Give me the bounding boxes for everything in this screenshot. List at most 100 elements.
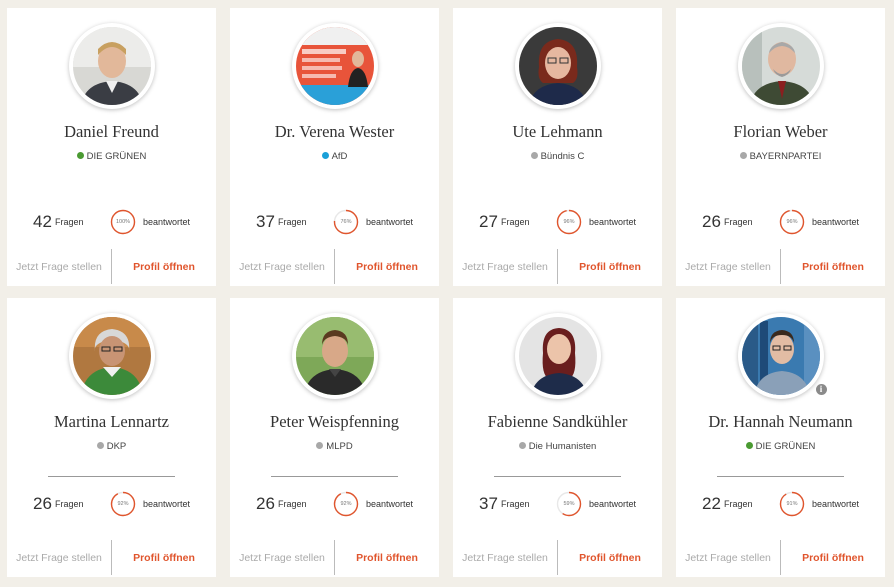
avatar[interactable]: [68, 313, 155, 399]
candidate-name[interactable]: Dr. Hannah Neumann: [676, 412, 885, 432]
answered-label: beantwortet: [589, 499, 637, 509]
avatar-photo: [741, 317, 820, 395]
card-actions: Jetzt Frage stellen Profil öffnen: [453, 540, 662, 577]
question-count: 26: [256, 494, 275, 513]
stats-row: 27 Fragen 96% beantwortet: [453, 207, 662, 237]
answer-rate-value: 92%: [117, 501, 129, 507]
answered-label: beantwortet: [589, 217, 637, 227]
question-count: 26: [33, 494, 52, 513]
ask-question-button[interactable]: Jetzt Frage stellen: [230, 540, 334, 577]
separator: [717, 476, 844, 477]
avatar-photo: [518, 317, 597, 395]
info-icon[interactable]: i: [815, 384, 827, 395]
open-profile-button[interactable]: Profil öffnen: [335, 540, 439, 577]
avatar[interactable]: [514, 313, 601, 399]
questions-label: Fragen: [501, 499, 530, 509]
party-label: MLPD: [230, 441, 439, 452]
candidate-name[interactable]: Martina Lennartz: [7, 412, 216, 432]
avatar[interactable]: [291, 313, 378, 399]
candidate-name[interactable]: Florian Weber: [676, 122, 885, 142]
open-profile-button[interactable]: Profil öffnen: [558, 249, 662, 286]
party-label: Bündnis C: [453, 151, 662, 162]
open-profile-button[interactable]: Profil öffnen: [112, 540, 216, 577]
party-dot: [76, 152, 84, 159]
candidate-card[interactable]: Dr. Verena Wester AfD 37 Fragen 76% bean…: [230, 8, 439, 286]
questions-label: Fragen: [278, 499, 307, 509]
questions-label: Fragen: [501, 217, 530, 227]
card-actions: Jetzt Frage stellen Profil öffnen: [7, 249, 216, 286]
candidate-name[interactable]: Dr. Verena Wester: [230, 122, 439, 142]
ask-question-button[interactable]: Jetzt Frage stellen: [676, 540, 780, 577]
party-label: AfD: [230, 151, 439, 162]
answered-label: beantwortet: [366, 499, 414, 509]
stats-row: 22 Fragen 91% beantwortet: [676, 489, 885, 519]
ask-question-button[interactable]: Jetzt Frage stellen: [676, 249, 780, 286]
ask-question-button[interactable]: Jetzt Frage stellen: [7, 540, 111, 577]
candidate-card[interactable]: Peter Weispfenning MLPD 26 Fragen 92% be…: [230, 298, 439, 577]
card-actions: Jetzt Frage stellen Profil öffnen: [230, 249, 439, 286]
candidate-name[interactable]: Daniel Freund: [7, 122, 216, 142]
questions-label: Fragen: [278, 217, 307, 227]
candidate-card[interactable]: Martina Lennartz DKP 26 Fragen 92% beant…: [7, 298, 216, 577]
ask-question-button[interactable]: Jetzt Frage stellen: [230, 249, 334, 286]
answer-rate-value: 92%: [340, 501, 352, 507]
answer-rate-value: 96%: [786, 219, 798, 225]
separator: [494, 476, 621, 477]
candidate-name[interactable]: Peter Weispfenning: [230, 412, 439, 432]
questions-label: Fragen: [724, 499, 753, 509]
stats-row: 42 Fragen 100% beantwortet: [7, 207, 216, 237]
avatar-photo: [518, 27, 597, 105]
candidate-card[interactable]: Daniel Freund DIE GRÜNEN 42 Fragen 100% …: [7, 8, 216, 286]
questions-label: Fragen: [724, 217, 753, 227]
answer-rate-value: 76%: [340, 219, 352, 225]
party-label: DKP: [7, 441, 216, 452]
answered-label: beantwortet: [812, 217, 860, 227]
questions-label: Fragen: [55, 217, 84, 227]
question-count: 26: [702, 212, 721, 231]
answered-label: beantwortet: [143, 217, 191, 227]
candidate-name[interactable]: Fabienne Sandkühler: [453, 412, 662, 432]
card-actions: Jetzt Frage stellen Profil öffnen: [676, 249, 885, 286]
party-label: DIE GRÜNEN: [676, 441, 885, 452]
party-label: Die Humanisten: [453, 441, 662, 452]
open-profile-button[interactable]: Profil öffnen: [781, 540, 885, 577]
open-profile-button[interactable]: Profil öffnen: [558, 540, 662, 577]
ask-question-button[interactable]: Jetzt Frage stellen: [7, 249, 111, 286]
candidate-card[interactable]: i Dr. Hannah Neumann DIE GRÜNEN 22 Frage…: [676, 298, 885, 577]
candidate-name[interactable]: Ute Lehmann: [453, 122, 662, 142]
party-dot: [321, 152, 329, 159]
party-dot: [96, 442, 104, 449]
candidate-card[interactable]: Ute Lehmann Bündnis C 27 Fragen 96% bean…: [453, 8, 662, 286]
party-dot: [518, 442, 526, 449]
avatar[interactable]: [291, 23, 378, 109]
avatar[interactable]: [514, 23, 601, 109]
open-profile-button[interactable]: Profil öffnen: [335, 249, 439, 286]
open-profile-button[interactable]: Profil öffnen: [112, 249, 216, 286]
stats-row: 37 Fragen 76% beantwortet: [230, 207, 439, 237]
avatar-photo: [741, 27, 820, 105]
answer-rate-value: 96%: [563, 219, 575, 225]
party-label: DIE GRÜNEN: [7, 151, 216, 162]
card-actions: Jetzt Frage stellen Profil öffnen: [676, 540, 885, 577]
open-profile-button[interactable]: Profil öffnen: [781, 249, 885, 286]
question-count: 27: [479, 212, 498, 231]
avatar[interactable]: [737, 23, 824, 109]
separator: [271, 476, 398, 477]
avatar[interactable]: i: [737, 313, 827, 399]
separator: [48, 476, 175, 477]
avatar-photo: [72, 317, 151, 395]
avatar[interactable]: [68, 23, 155, 109]
answer-rate-value: 100%: [115, 219, 131, 225]
questions-label: Fragen: [55, 499, 84, 509]
ask-question-button[interactable]: Jetzt Frage stellen: [453, 540, 557, 577]
question-count: 22: [702, 494, 721, 513]
answered-label: beantwortet: [143, 499, 191, 509]
candidate-card[interactable]: Florian Weber BAYERNPARTEI 26 Fragen 96%…: [676, 8, 885, 286]
question-count: 42: [33, 212, 52, 231]
candidate-card[interactable]: Fabienne Sandkühler Die Humanisten 37 Fr…: [453, 298, 662, 577]
party-dot: [316, 442, 324, 449]
answer-rate-value: 91%: [786, 501, 798, 507]
card-actions: Jetzt Frage stellen Profil öffnen: [453, 249, 662, 286]
ask-question-button[interactable]: Jetzt Frage stellen: [453, 249, 557, 286]
answered-label: beantwortet: [366, 217, 414, 227]
